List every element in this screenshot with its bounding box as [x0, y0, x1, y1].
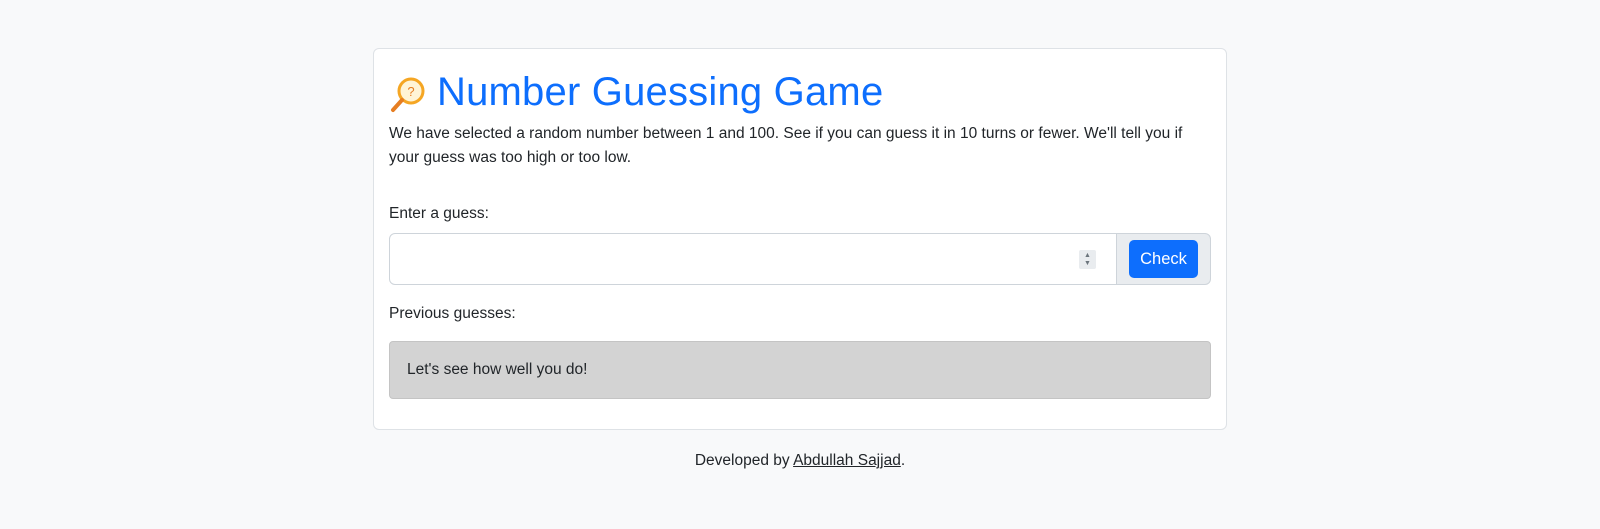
- magnifier-question-icon: ?: [389, 75, 427, 115]
- result-message-box: Let's see how well you do!: [389, 341, 1211, 399]
- author-link[interactable]: Abdullah Sajjad: [793, 452, 901, 469]
- check-button[interactable]: Check: [1129, 240, 1198, 278]
- previous-guesses-label: Previous guesses:: [389, 305, 516, 322]
- spinner-down-icon[interactable]: ▼: [1084, 260, 1091, 268]
- svg-text:?: ?: [407, 84, 414, 99]
- intro-text: We have selected a random number between…: [389, 125, 1183, 166]
- guess-label: Enter a guess:: [389, 205, 489, 222]
- footer: Developed by Abdullah Sajjad.: [0, 449, 1600, 473]
- page-title: Number Guessing Game: [437, 70, 884, 114]
- spinner-up-icon[interactable]: ▲: [1084, 252, 1091, 260]
- game-card: ? Number Guessing Game We have selected …: [373, 48, 1227, 430]
- footer-suffix: .: [900, 452, 906, 469]
- check-button-wrapper: Check: [1117, 233, 1211, 285]
- footer-prefix: Developed by: [694, 452, 794, 469]
- result-message: Let's see how well you do!: [407, 361, 588, 378]
- title-row: ? Number Guessing Game: [389, 69, 883, 115]
- guess-input[interactable]: ▲ ▼: [389, 233, 1117, 285]
- number-spinner[interactable]: ▲ ▼: [1079, 250, 1096, 269]
- guess-input-group: ▲ ▼ Check: [389, 233, 1211, 285]
